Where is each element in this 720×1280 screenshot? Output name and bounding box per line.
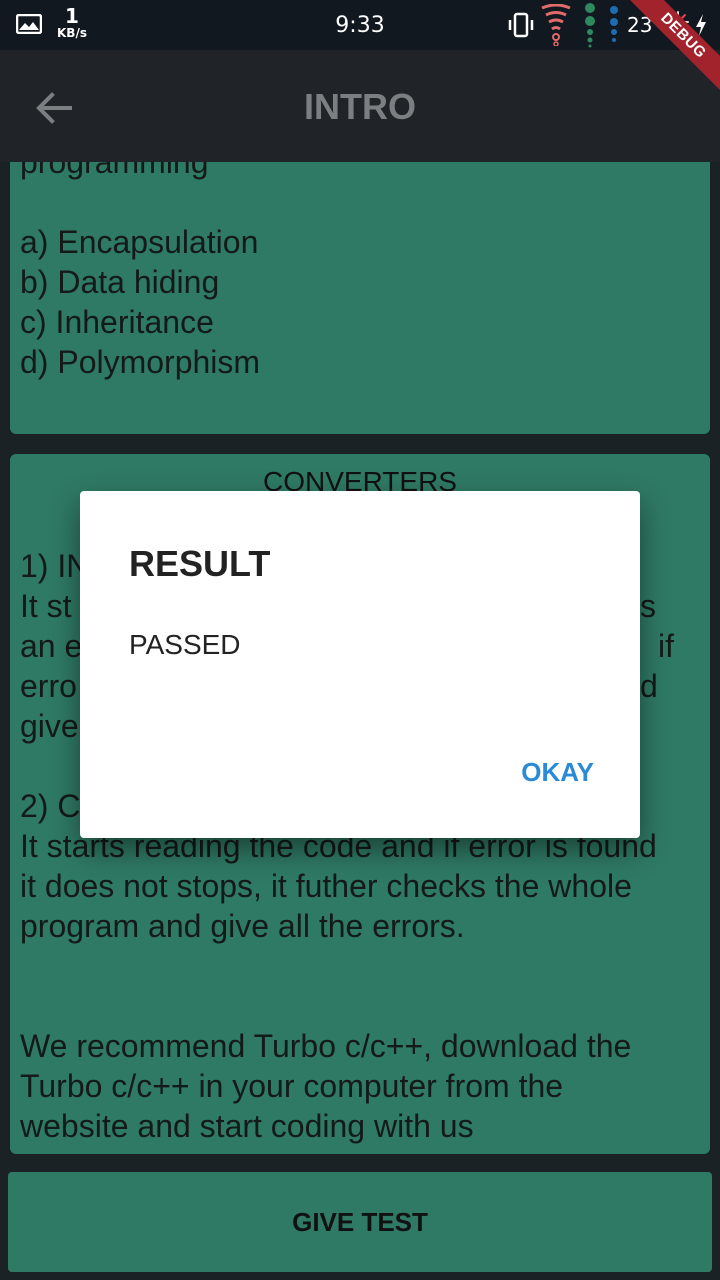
signal-dots-icon <box>585 3 618 48</box>
vibrate-icon <box>508 12 534 38</box>
wifi-icon <box>541 4 571 46</box>
result-dialog: RESULT PASSED OKAY <box>80 491 640 838</box>
app-bar: INTRO <box>0 50 720 162</box>
dialog-message: PASSED <box>129 629 241 660</box>
okay-button[interactable]: OKAY <box>515 753 600 792</box>
dialog-title: RESULT <box>129 543 271 584</box>
status-bar: 1 KB/s 9:33 23 <box>0 0 720 50</box>
page-title: INTRO <box>304 86 416 127</box>
